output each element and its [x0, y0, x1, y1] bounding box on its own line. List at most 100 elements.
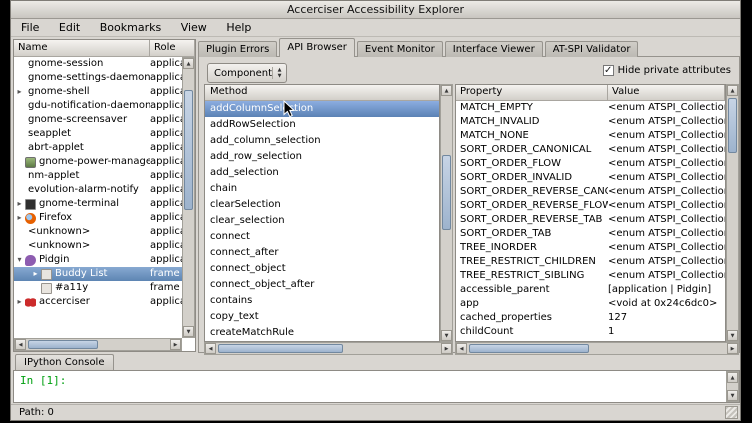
- hide-private-checkbox[interactable]: ✓: [603, 65, 614, 76]
- property-row[interactable]: childCount 1: [456, 325, 725, 339]
- method-vertical-scrollbar[interactable]: ▲ ▼: [440, 84, 453, 342]
- property-row[interactable]: MATCH_EMPTY <enum ATSPI_Collection_M: [456, 101, 725, 115]
- scroll-left-icon[interactable]: ◀: [15, 339, 26, 350]
- property-row[interactable]: cached_properties 127: [456, 311, 725, 325]
- property-row[interactable]: SORT_ORDER_FLOW <enum ATSPI_Collection_S: [456, 157, 725, 171]
- scroll-up-icon[interactable]: ▲: [727, 85, 738, 96]
- method-list-item[interactable]: add_row_selection: [205, 149, 439, 165]
- property-row[interactable]: SORT_ORDER_CANONICAL <enum ATSPI_Collect…: [456, 143, 725, 157]
- method-list-item[interactable]: createMatchRule: [205, 325, 439, 341]
- scrollbar-thumb[interactable]: [442, 155, 451, 230]
- menu-item[interactable]: Edit: [51, 19, 88, 37]
- scroll-up-icon[interactable]: ▲: [441, 85, 452, 96]
- column-header-role[interactable]: Role: [150, 40, 195, 57]
- method-list-item[interactable]: contains: [205, 293, 439, 309]
- method-list-item[interactable]: connect_object_after: [205, 277, 439, 293]
- console-vertical-scrollbar[interactable]: ▲ ▼: [726, 371, 739, 402]
- expander-icon[interactable]: ▸: [14, 197, 25, 211]
- expander-icon[interactable]: ▾: [14, 253, 25, 267]
- column-header-value[interactable]: Value: [608, 85, 725, 101]
- tree-row[interactable]: nm-applet application: [14, 169, 182, 183]
- menu-item[interactable]: File: [13, 19, 47, 37]
- tree-row[interactable]: ▸ gnome-shell application: [14, 85, 182, 99]
- plugin-tab[interactable]: Plugin Errors: [198, 41, 277, 57]
- property-row[interactable]: SORT_ORDER_TAB <enum ATSPI_Collection_S: [456, 227, 725, 241]
- method-horizontal-scrollbar[interactable]: ◀ ▶: [204, 342, 453, 355]
- property-row[interactable]: MATCH_INVALID <enum ATSPI_Collection_M: [456, 115, 725, 129]
- tree-row[interactable]: <unknown> application: [14, 239, 182, 253]
- scroll-down-icon[interactable]: ▼: [727, 390, 738, 401]
- scroll-left-icon[interactable]: ◀: [456, 343, 467, 354]
- column-header-property[interactable]: Property: [456, 85, 608, 101]
- tree-row[interactable]: ▸ Buddy List frame: [14, 267, 182, 281]
- method-list-item[interactable]: addColumnSelection: [205, 101, 439, 117]
- tab-ipython-console[interactable]: IPython Console: [15, 354, 114, 370]
- method-list-item[interactable]: add_selection: [205, 165, 439, 181]
- tree-row[interactable]: ▸ Firefox application: [14, 211, 182, 225]
- expander-icon[interactable]: ▸: [14, 211, 25, 225]
- tree-row[interactable]: gnome-settings-daemon application: [14, 71, 182, 85]
- ipython-console[interactable]: In [1]: ▲ ▼: [13, 370, 740, 403]
- scroll-down-icon[interactable]: ▼: [727, 330, 738, 341]
- property-row[interactable]: SORT_ORDER_REVERSE_FLOW <enum ATSPI_Coll…: [456, 199, 725, 213]
- property-row[interactable]: app <void at 0x24c6dc0>: [456, 297, 725, 311]
- method-list-item[interactable]: connect: [205, 229, 439, 245]
- menu-item[interactable]: View: [173, 19, 215, 37]
- plugin-tab[interactable]: Interface Viewer: [445, 41, 543, 57]
- tree-row[interactable]: evolution-alarm-notify application: [14, 183, 182, 197]
- plugin-tab[interactable]: AT-SPI Validator: [545, 41, 639, 57]
- scroll-right-icon[interactable]: ▶: [170, 339, 181, 350]
- plugin-tab[interactable]: Event Monitor: [357, 41, 443, 57]
- scroll-down-icon[interactable]: ▼: [441, 330, 452, 341]
- menu-item[interactable]: Bookmarks: [92, 19, 169, 37]
- resize-grip[interactable]: [725, 406, 738, 419]
- property-horizontal-scrollbar[interactable]: ◀ ▶: [455, 342, 739, 355]
- tree-row[interactable]: seapplet application: [14, 127, 182, 141]
- tree-row[interactable]: abrt-applet application: [14, 141, 182, 155]
- tree-row[interactable]: gnome-session application: [14, 57, 182, 71]
- property-row[interactable]: TREE_INORDER <enum ATSPI_Collection_T: [456, 241, 725, 255]
- tree-row[interactable]: #a11y frame: [14, 281, 182, 295]
- tree-row[interactable]: <unknown> application: [14, 225, 182, 239]
- plugin-tab[interactable]: API Browser: [279, 38, 355, 57]
- expander-icon[interactable]: ▸: [14, 85, 25, 99]
- tree-horizontal-scrollbar[interactable]: ◀ ▶: [14, 338, 182, 351]
- method-list-item[interactable]: copy_text: [205, 309, 439, 325]
- method-list-item[interactable]: clearSelection: [205, 197, 439, 213]
- tree-row[interactable]: gdu-notification-daemon application: [14, 99, 182, 113]
- property-row[interactable]: MATCH_NONE <enum ATSPI_Collection_M: [456, 129, 725, 143]
- tree-row[interactable]: ▾ Pidgin application: [14, 253, 182, 267]
- method-list-item[interactable]: connect_after: [205, 245, 439, 261]
- method-list-item[interactable]: addRowSelection: [205, 117, 439, 133]
- method-list-item[interactable]: add_column_selection: [205, 133, 439, 149]
- scrollbar-thumb[interactable]: [218, 344, 343, 353]
- method-list-item[interactable]: clear_selection: [205, 213, 439, 229]
- scroll-down-icon[interactable]: ▼: [183, 326, 194, 337]
- tree-row[interactable]: ▸ gnome-terminal application: [14, 197, 182, 211]
- expander-icon[interactable]: ▸: [30, 267, 41, 281]
- property-vertical-scrollbar[interactable]: ▲ ▼: [726, 84, 739, 342]
- scrollbar-thumb[interactable]: [728, 98, 737, 153]
- property-row[interactable]: accessible_parent [application | Pidgin]: [456, 283, 725, 297]
- titlebar[interactable]: Accerciser Accessibility Explorer: [11, 1, 740, 19]
- menu-item[interactable]: Help: [218, 19, 259, 37]
- tree-vertical-scrollbar[interactable]: ▲ ▼: [182, 57, 195, 338]
- scroll-right-icon[interactable]: ▶: [441, 343, 452, 354]
- component-combobox[interactable]: Component ▲▼: [207, 63, 287, 83]
- scroll-up-icon[interactable]: ▲: [727, 372, 738, 383]
- property-row[interactable]: TREE_RESTRICT_SIBLING <enum ATSPI_Collec…: [456, 269, 725, 283]
- column-header-name[interactable]: Name: [14, 40, 150, 57]
- scroll-right-icon[interactable]: ▶: [727, 343, 738, 354]
- scrollbar-thumb[interactable]: [469, 344, 589, 353]
- property-row[interactable]: SORT_ORDER_REVERSE_TAB <enum ATSPI_Colle…: [456, 213, 725, 227]
- scroll-up-icon[interactable]: ▲: [183, 58, 194, 69]
- scroll-left-icon[interactable]: ◀: [205, 343, 216, 354]
- property-row[interactable]: SORT_ORDER_INVALID <enum ATSPI_Collectio…: [456, 171, 725, 185]
- method-list-item[interactable]: chain: [205, 181, 439, 197]
- column-header-method[interactable]: Method: [205, 85, 439, 101]
- property-row[interactable]: SORT_ORDER_REVERSE_CANONICAL <enum ATSPI…: [456, 185, 725, 199]
- tree-row[interactable]: gnome-screensaver application: [14, 113, 182, 127]
- tree-row[interactable]: gnome-power-manager application: [14, 155, 182, 169]
- expander-icon[interactable]: ▸: [14, 295, 25, 309]
- property-row[interactable]: TREE_RESTRICT_CHILDREN <enum ATSPI_Colle…: [456, 255, 725, 269]
